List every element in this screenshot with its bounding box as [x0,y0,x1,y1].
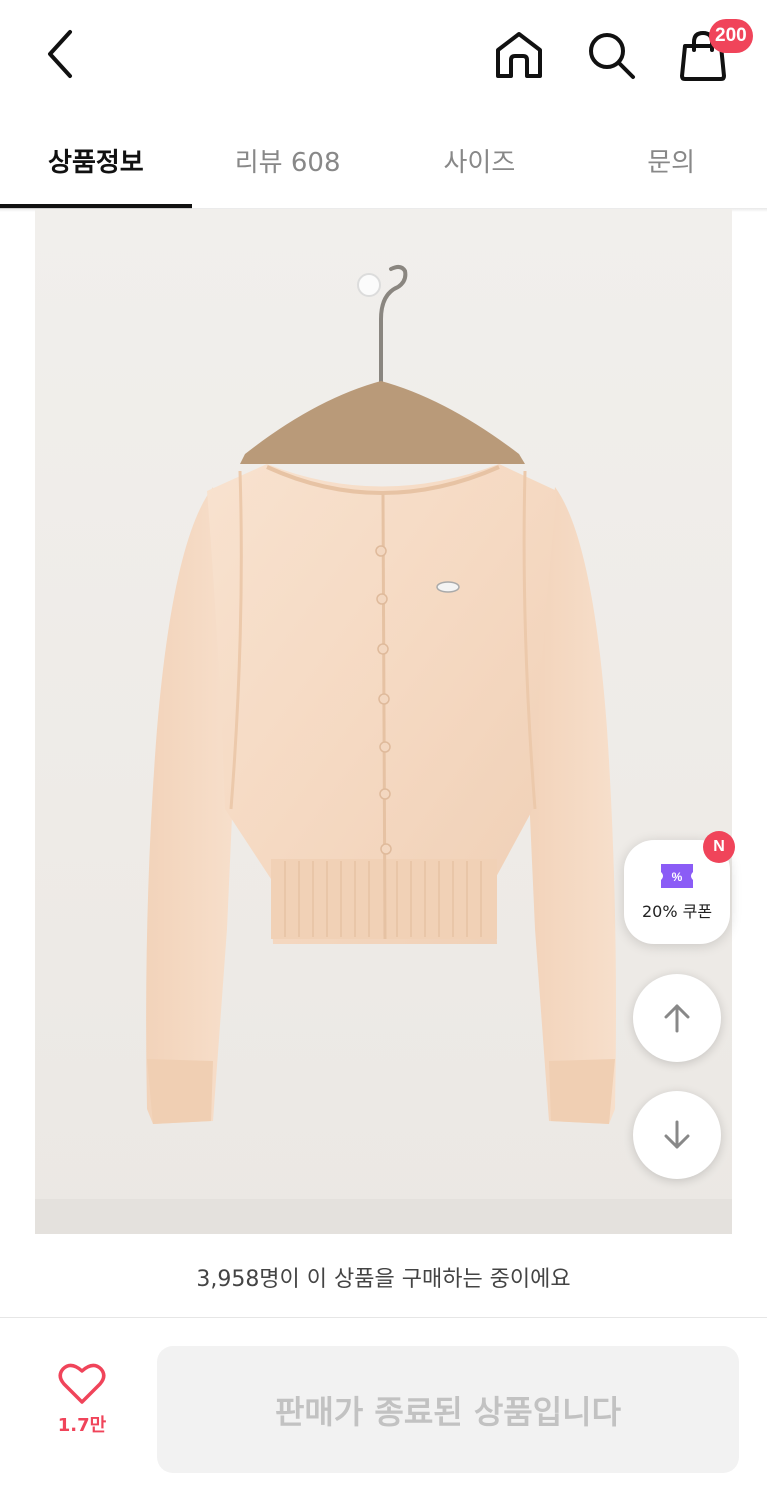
heart-icon [58,1363,106,1404]
coupon-label: 20% 쿠폰 [641,902,713,921]
new-badge: N [703,831,735,863]
sold-out-button[interactable]: 판매가 종료된 상품입니다 [157,1346,739,1473]
home-icon [496,32,542,78]
home-button[interactable] [488,24,550,86]
scroll-top-button[interactable] [633,974,721,1062]
scroll-bottom-button[interactable] [633,1091,721,1179]
search-icon [589,33,635,79]
arrow-down-icon [664,1120,690,1149]
cart-count-badge: 200 [709,19,753,53]
like-button[interactable]: 1.7만 [30,1347,134,1451]
tab-product-info[interactable]: 상품정보 [0,112,192,209]
product-detail-page: 200 상품정보 리뷰 608 사이즈 문의 % 20% 쿠폰 N 3,958명… [0,0,767,1500]
search-button[interactable] [580,24,642,86]
back-button[interactable] [30,24,90,84]
tab-size[interactable]: 사이즈 [384,112,576,209]
coupon-ticket-icon: % [661,864,693,888]
tab-inquiry[interactable]: 문의 [575,112,767,209]
svg-text:%: % [672,870,683,884]
buying-now-banner: 3,958명이 이 상품을 구매하는 중이에요 [0,1236,767,1318]
like-count: 1.7만 [57,1415,107,1436]
cardigan-illustration [35,264,732,1234]
top-header: 200 [0,0,767,112]
bottom-action-bar: 1.7만 판매가 종료된 상품입니다 [0,1319,767,1500]
back-arrow-icon [48,30,72,78]
product-image [35,209,732,1234]
arrow-up-icon [664,1004,690,1033]
tab-reviews[interactable]: 리뷰 608 [192,112,384,209]
product-tabs: 상품정보 리뷰 608 사이즈 문의 [0,112,767,209]
